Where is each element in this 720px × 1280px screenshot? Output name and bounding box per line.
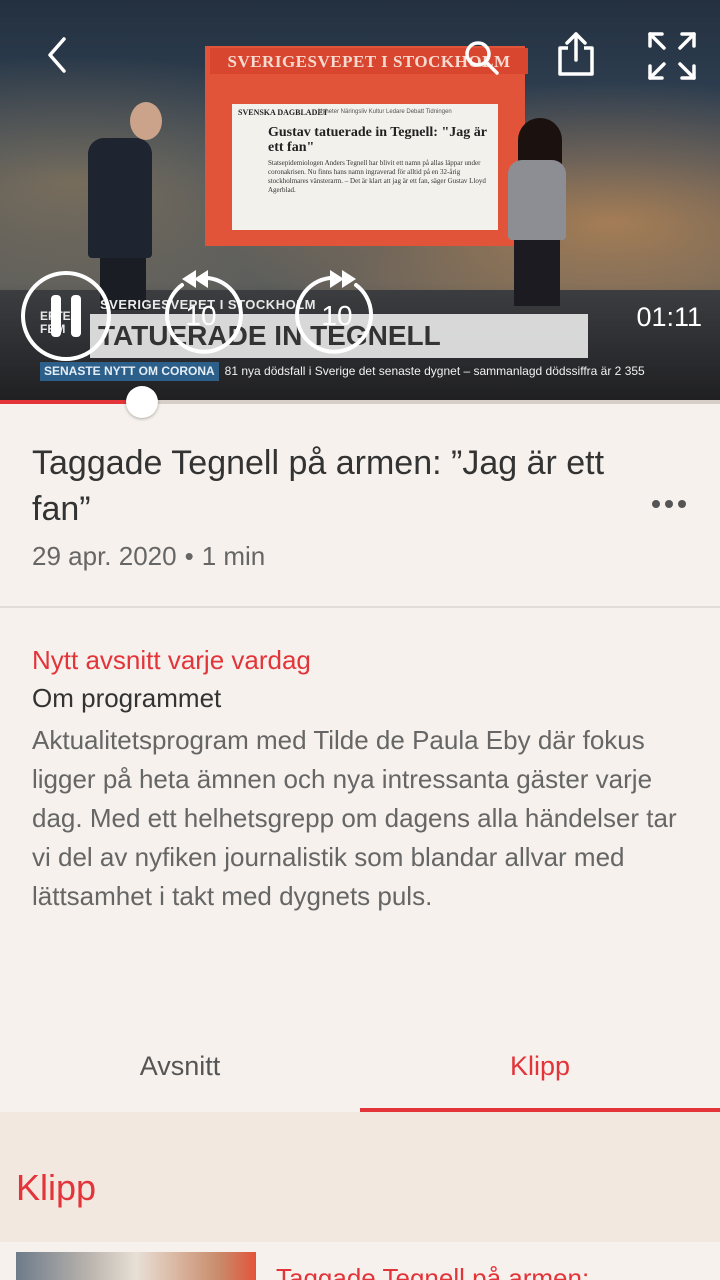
search-button[interactable] — [456, 30, 506, 84]
clip-item[interactable]: Taggade Tegnell på armen: — [0, 1242, 720, 1280]
newspaper-nav: Nyheter Näringsliv Kultur Ledare Debatt … — [318, 109, 452, 115]
meta-separator: • — [184, 541, 194, 571]
progress-bar[interactable] — [0, 400, 720, 404]
pause-button[interactable] — [20, 270, 112, 362]
forward-seconds: 10 — [321, 300, 353, 331]
rewind-button[interactable]: 10 — [156, 268, 246, 358]
clips-heading: Klipp — [16, 1167, 97, 1208]
pause-icon — [21, 271, 111, 361]
more-options-icon — [652, 500, 660, 508]
presenter-figure — [88, 138, 152, 258]
rewind-seconds: 10 — [185, 300, 217, 331]
about-text: Aktualitetsprogram med Tilde de Paula Eb… — [32, 725, 677, 911]
episode-title: Taggade Tegnell på armen: ”Jag är ett fa… — [32, 444, 605, 528]
newspaper-article: SVENSKA DAGBLADET Nyheter Näringsliv Kul… — [232, 104, 498, 230]
back-button[interactable] — [32, 30, 82, 80]
video-player[interactable]: SVERIGESVEPET I STOCKHOLM SVENSKA DAGBLA… — [0, 0, 720, 404]
share-icon — [558, 32, 594, 76]
progress-scrubber[interactable] — [125, 386, 158, 418]
elapsed-time: 01:11 — [636, 302, 702, 332]
ticker-label: SENASTE NYTT OM CORONA — [40, 362, 219, 381]
fullscreen-button[interactable] — [642, 28, 702, 84]
clip-title[interactable]: Taggade Tegnell på armen: — [276, 1260, 589, 1280]
more-options-button[interactable] — [644, 484, 694, 524]
tab-clips[interactable]: Klipp — [360, 1040, 720, 1092]
ticker-text: 81 nya dödsfall i Sverige det senaste dy… — [224, 364, 645, 378]
progress-fill — [0, 400, 142, 404]
presenter-head — [130, 102, 162, 140]
forward-button[interactable]: 10 — [292, 268, 382, 358]
divider — [0, 606, 720, 608]
fullscreen-icon — [648, 32, 696, 80]
host-figure — [508, 160, 566, 240]
episode-date: 29 apr. 2020 — [32, 541, 177, 571]
episode-duration: 1 min — [201, 541, 266, 571]
search-icon — [465, 41, 499, 75]
news-ticker: SENASTE NYTT OM CORONA 81 nya dödsfall i … — [40, 362, 680, 382]
chevron-left-icon — [48, 37, 66, 73]
newspaper-body: Statsepidemiologen Anders Tegnell har bl… — [268, 159, 486, 194]
about-heading: Om programmet — [32, 683, 222, 713]
share-button[interactable] — [548, 26, 604, 82]
newspaper-headline: Gustav tatuerade in Tegnell: "Jag är ett… — [268, 125, 487, 155]
episode-meta: 29 apr. 2020 • 1 min — [32, 538, 265, 574]
schedule-note: Nytt avsnitt varje vardag — [32, 645, 311, 675]
clip-thumbnail[interactable] — [16, 1252, 256, 1280]
tab-episodes[interactable]: Avsnitt — [0, 1040, 360, 1092]
